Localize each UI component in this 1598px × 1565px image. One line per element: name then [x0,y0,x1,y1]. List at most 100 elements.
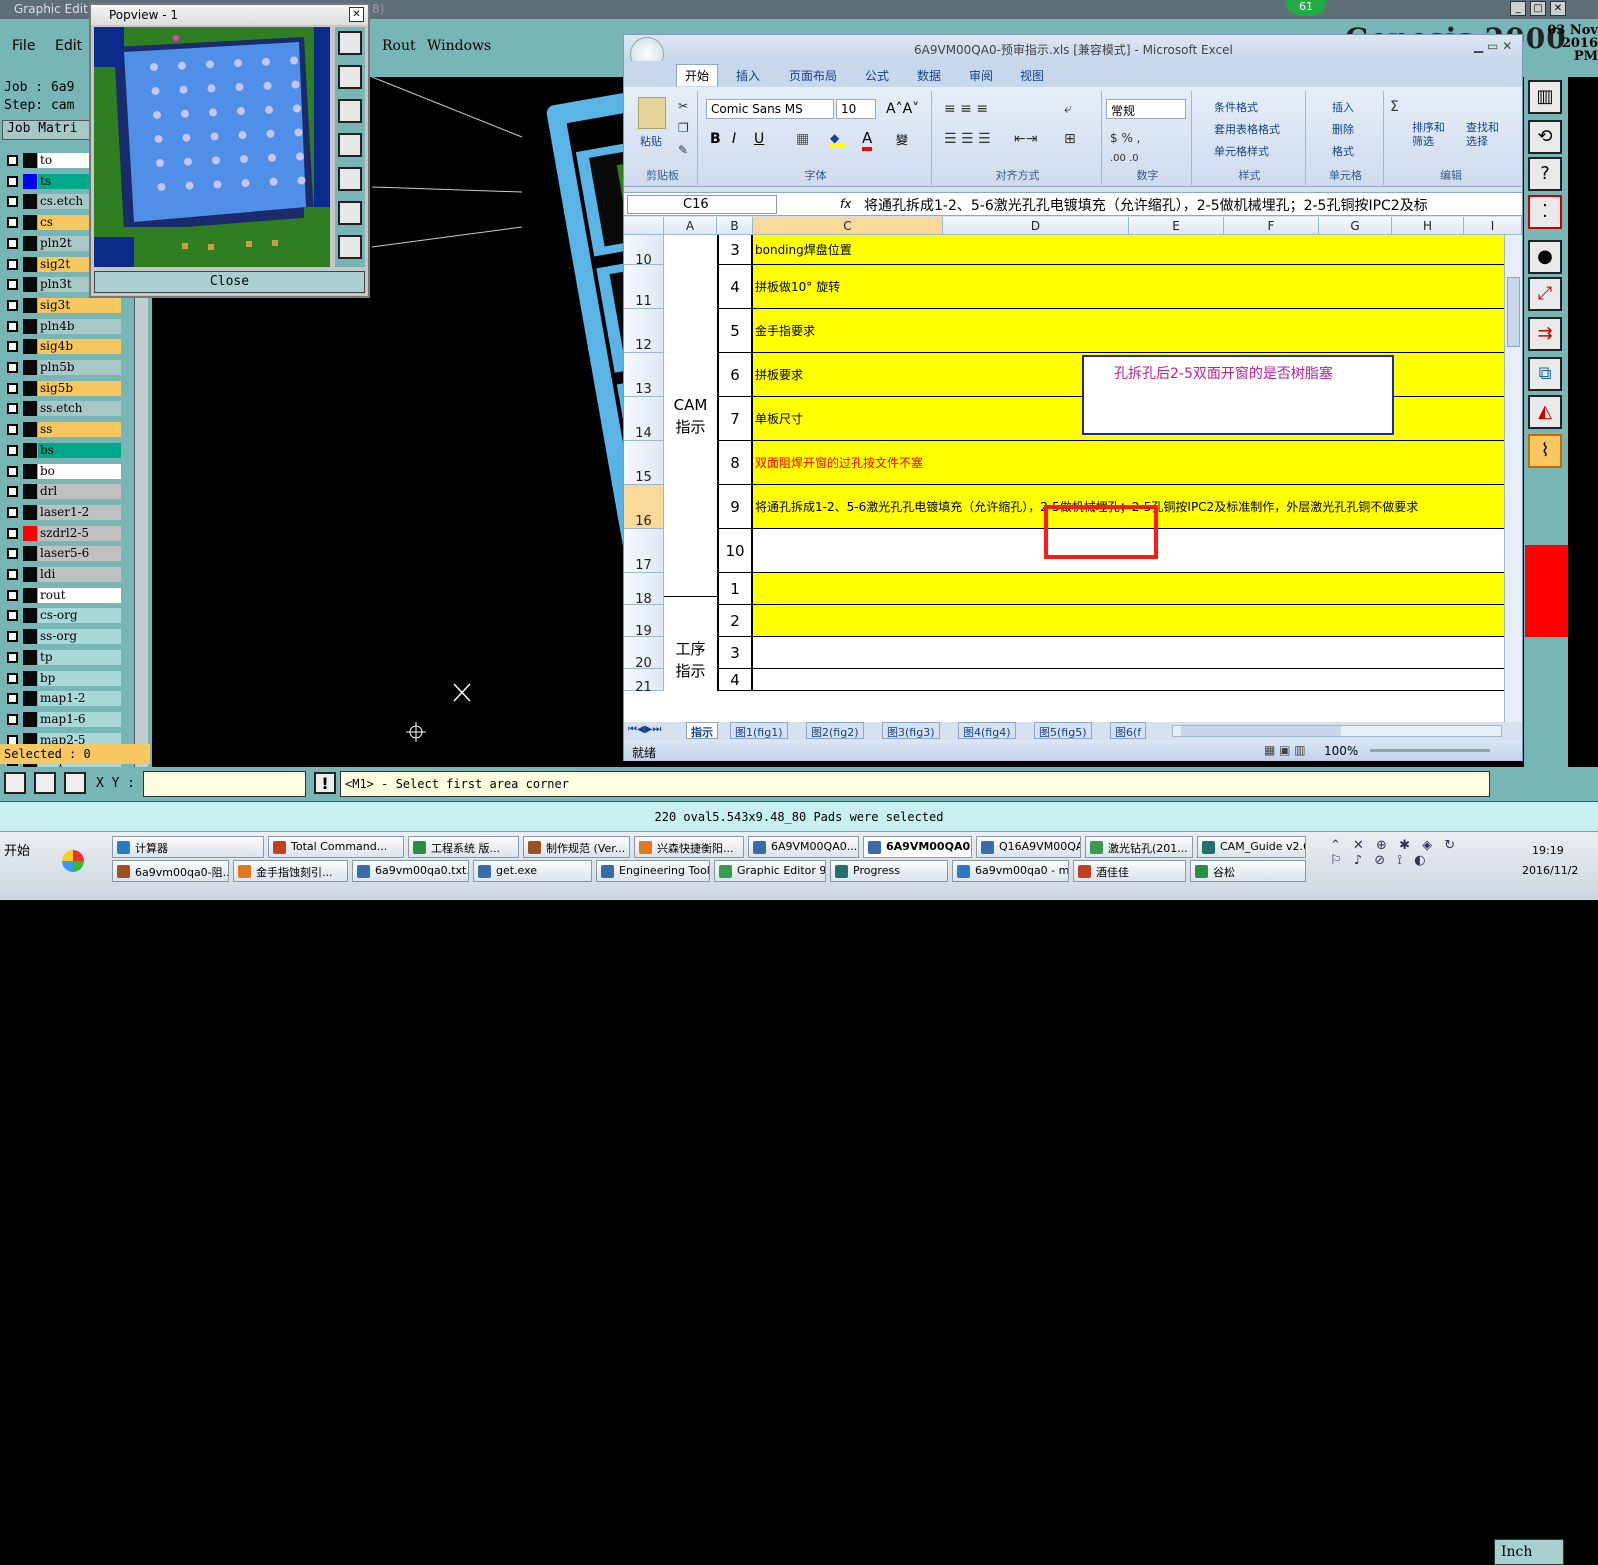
taskbar-item[interactable]: Engineering Tool... [596,860,710,882]
layer-name[interactable]: szdrl2-5 [38,525,121,541]
layer-checkbox[interactable] [7,362,18,373]
layer-checkbox[interactable] [7,155,18,166]
comment-box[interactable]: 孔拆孔后2-5双面开窗的是否树脂塞 [1082,355,1394,435]
taskbar-item[interactable]: 谷松 [1190,860,1306,882]
layer-name[interactable]: pln5b [38,360,121,375]
layer-row[interactable]: pln4b [3,318,121,334]
row-header[interactable]: 20 [624,637,664,671]
minimize-button[interactable]: _ [1510,1,1526,16]
layer-color-swatch[interactable] [23,463,37,479]
layer-checkbox[interactable] [7,444,18,456]
name-box[interactable]: C16 [627,195,777,214]
zoom-level[interactable]: 100% [1324,744,1358,758]
column-header[interactable]: A [664,217,717,235]
layer-color-swatch[interactable] [23,256,37,272]
taskbar-item[interactable]: 激光钻孔(201... [1085,836,1193,858]
cam-instruction-group[interactable]: CAM 指示 [664,235,717,597]
paste-icon[interactable] [638,97,666,129]
analysis-icon[interactable]: ◭ [1528,395,1562,429]
instruction-cell[interactable]: 双面阻焊开窗的过孔按文件不塞 [753,441,1505,485]
zoom-home-icon[interactable] [338,235,362,259]
item-number-cell[interactable]: 2 [717,605,753,637]
layer-name[interactable]: ss [38,422,121,438]
item-number-cell[interactable]: 1 [717,573,753,605]
grid-horizontal-scrollbar[interactable] [1172,725,1502,737]
snap-icon[interactable]: ⟲ [1528,120,1562,154]
row-header[interactable]: 13 [624,353,664,397]
pad-icon[interactable]: ● [1528,240,1562,274]
underline-button[interactable]: U [754,131,764,147]
column-header[interactable]: C [753,217,943,235]
instruction-cell[interactable]: bonding焊盘位置 [753,235,1505,265]
layer-checkbox[interactable] [7,465,18,477]
layer-name[interactable]: sig3t [38,297,121,313]
sheet-tab[interactable]: 图1(fig1) [730,722,788,739]
conditional-format-button[interactable]: 条件格式 [1214,99,1258,115]
item-number-cell[interactable]: 3 [717,637,753,669]
layer-name[interactable]: ldi [38,567,121,582]
layer-name[interactable]: bo [38,463,121,479]
layer-color-swatch[interactable] [23,401,37,417]
layer-row[interactable]: cs-org [3,608,121,624]
layer-name[interactable]: bp [38,670,121,686]
wrap-text-icon[interactable]: ⤶ [1064,101,1072,117]
component-icon[interactable]: ⧉ [1528,357,1562,391]
layer-name[interactable]: ss-org [38,629,121,645]
row-header[interactable]: 21 [624,669,664,695]
layer-color-swatch[interactable] [23,360,37,375]
taskbar-item[interactable]: 6a9vm00qa0.txt... [352,860,469,882]
tab-insert[interactable]: 插入 [736,67,760,84]
units-button[interactable]: Inch [1494,1539,1564,1565]
layer-row[interactable]: map1-2 [3,691,121,707]
layer-color-swatch[interactable] [23,380,37,396]
taskbar-item[interactable]: Graphic Editor 9.... [714,860,826,882]
font-name-select[interactable]: Comic Sans MS [706,99,834,119]
layer-color-swatch[interactable] [23,153,37,168]
layout-icon[interactable]: ▥ [1528,80,1562,114]
layer-checkbox[interactable] [7,672,18,684]
row-header[interactable]: 14 [624,397,664,441]
layer-name[interactable]: sig5b [38,380,121,396]
layer-row[interactable]: rout [3,587,121,603]
paste-label[interactable]: 粘贴 [640,133,662,149]
layer-row[interactable]: ss-org [3,629,121,645]
layer-row[interactable]: laser5-6 [3,546,121,562]
row-header[interactable]: 17 [624,529,664,573]
close-button[interactable]: ✕ [1550,1,1566,16]
table-format-button[interactable]: 套用表格格式 [1214,121,1280,137]
row-header[interactable]: 15 [624,441,664,485]
layer-color-swatch[interactable] [23,442,37,458]
pan-right-icon[interactable] [338,167,362,191]
taskbar-item[interactable]: 6a9vm00qa0-阻... [112,860,229,882]
percent-icon[interactable]: $ % , [1110,131,1140,145]
layer-color-swatch[interactable] [23,318,37,334]
layer-color-swatch[interactable] [23,691,37,707]
font-size-select[interactable]: 10 [836,99,876,119]
layer-checkbox[interactable] [7,569,18,580]
formula-input[interactable]: 将通孔拆成1-2、5-6激光孔孔电镀填充（允许缩孔），2-5做机械埋孔；2-5孔… [864,195,1504,215]
layer-name[interactable]: laser1-2 [38,504,121,520]
align-left-icon[interactable]: ☰ ☰ ☰ [944,131,991,147]
cut-icon[interactable]: ✂ [678,99,688,113]
sheet-tab[interactable]: 指示 [686,722,718,739]
taskbar-item[interactable]: 计算器 [112,836,264,858]
filter-icon[interactable]: ⇉ [1528,317,1562,351]
layer-color-swatch[interactable] [23,649,37,665]
taskbar-item[interactable]: CAM_Guide v2.60 [1197,836,1306,858]
layer-color-swatch[interactable] [23,567,37,582]
measure-tool-icon[interactable] [34,772,56,794]
align-top-icon[interactable]: ≡ ≡ ≡ [944,101,988,117]
layer-checkbox[interactable] [7,299,18,311]
item-number-cell[interactable]: 10 [717,529,753,573]
layer-color-swatch[interactable] [23,711,37,727]
layer-checkbox[interactable] [7,279,18,291]
maximize-button[interactable]: □ [1530,1,1546,16]
row-header[interactable]: 18 [624,573,664,607]
taskbar-item[interactable]: Progress [830,860,948,882]
item-number-cell[interactable]: 7 [717,397,753,441]
zoom-in-icon[interactable] [338,31,362,55]
layer-row[interactable]: drl [3,484,121,500]
layer-color-swatch[interactable] [23,484,37,500]
row-header[interactable]: 10 [624,235,664,268]
column-header[interactable]: F [1224,217,1319,235]
